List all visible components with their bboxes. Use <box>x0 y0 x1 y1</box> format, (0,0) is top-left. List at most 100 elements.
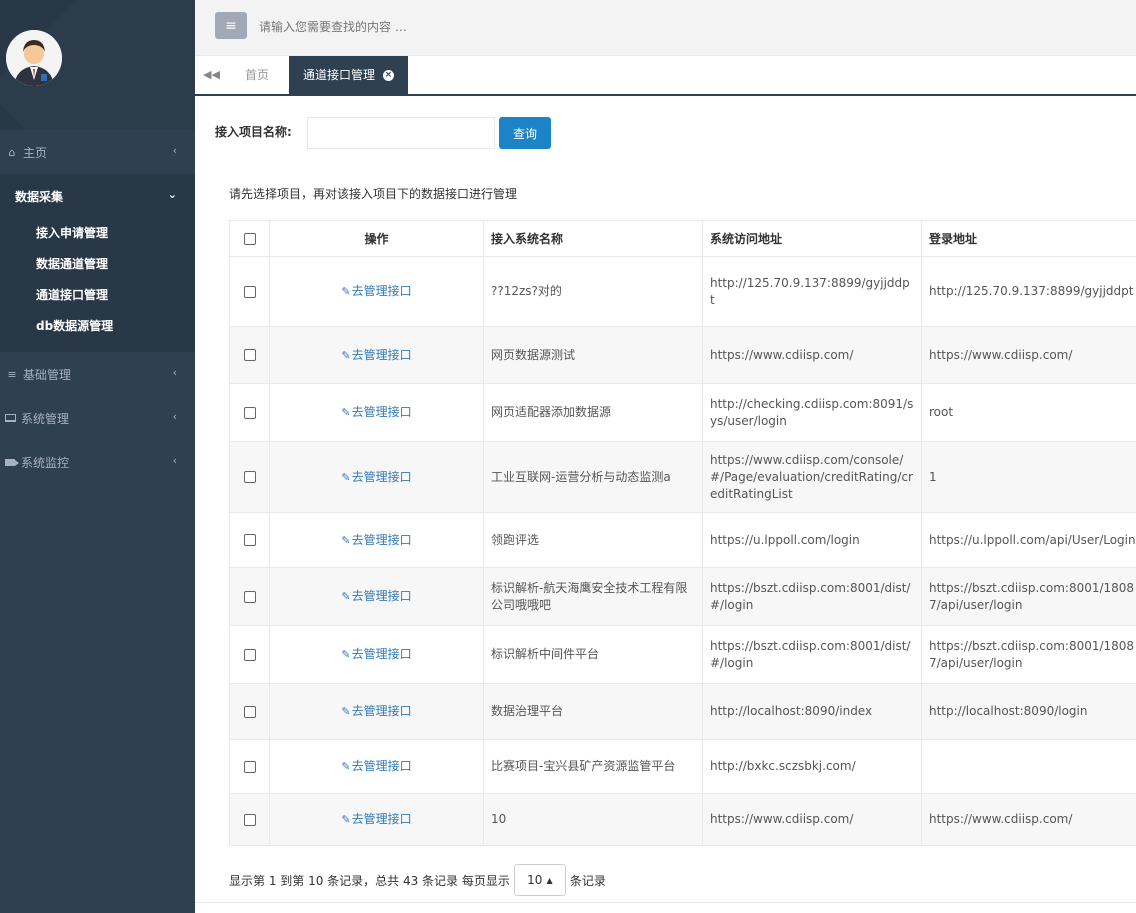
chevron-left-icon: ‹ <box>172 410 177 423</box>
top-navbar: ≡ <box>195 0 1136 56</box>
pagination-suffix: 条记录 <box>569 873 606 888</box>
row-checkbox[interactable] <box>243 648 256 661</box>
tab-label: 首页 <box>245 68 270 82</box>
row-checkbox[interactable] <box>243 590 256 603</box>
video-camera-icon <box>5 458 19 466</box>
sidebar-item-system-monitor[interactable]: 系统监控 ‹ <box>0 440 195 484</box>
manage-interface-link[interactable]: ✎去管理接口 <box>341 533 411 547</box>
table-header-row: 操作 接入系统名称 系统访问地址 登录地址 <box>229 220 1136 257</box>
chevron-left-icon: ‹ <box>172 144 177 157</box>
row-checkbox[interactable] <box>243 349 256 361</box>
manage-interface-link[interactable]: ✎去管理接口 <box>341 589 411 603</box>
cell-login-url: http://125.70.9.137:8899/gyjjddpt <box>921 256 1136 327</box>
global-search-input[interactable] <box>259 14 859 40</box>
row-checkbox[interactable] <box>243 406 256 419</box>
edit-icon: ✎ <box>341 760 351 773</box>
table-row: ✎去管理接口 工业互联网-运营分析与动态监测a https://www.cdii… <box>229 441 1136 513</box>
manage-interface-link[interactable]: ✎去管理接口 <box>341 348 411 362</box>
manage-interface-link[interactable]: ✎去管理接口 <box>341 759 411 773</box>
row-checkbox[interactable] <box>243 471 256 483</box>
sidebar-item-label: 数据采集 <box>15 189 64 204</box>
avatar[interactable] <box>6 30 62 86</box>
table-row: ✎去管理接口 10 https://www.cdiisp.com/ https:… <box>229 793 1136 846</box>
manage-interface-link[interactable]: ✎去管理接口 <box>341 704 411 718</box>
cell-access-url: http://checking.cdiisp.com:8091/sys/user… <box>702 383 922 442</box>
profile-area <box>0 0 195 130</box>
cell-system-name: 数据治理平台 <box>483 683 703 740</box>
edit-icon: ✎ <box>341 705 351 718</box>
sidebar-item-label: 基础管理 <box>23 367 72 382</box>
edit-icon: ✎ <box>341 590 351 603</box>
close-icon[interactable]: × <box>382 70 394 81</box>
chevron-left-icon: ‹ <box>172 454 177 467</box>
tab-label: 通道接口管理 <box>303 68 376 82</box>
cell-login-url: https://u.lppoll.com/api/User/Login <box>921 512 1136 568</box>
page-size-select[interactable]: 10 ▲ <box>513 864 566 896</box>
cell-system-name: 标识解析中间件平台 <box>483 625 703 684</box>
edit-icon: ✎ <box>341 813 351 826</box>
manage-interface-link[interactable]: ✎去管理接口 <box>341 812 411 826</box>
manage-interface-link[interactable]: ✎去管理接口 <box>341 470 411 484</box>
sidebar-subitem-data-channel[interactable]: 数据通道管理 <box>0 249 195 280</box>
cell-access-url: https://www.cdiisp.com/ <box>702 326 922 384</box>
cell-system-name: 领跑评选 <box>483 512 703 568</box>
cell-system-name: 标识解析-航天海鹰安全技术工程有限公司哦哦吧 <box>483 567 703 626</box>
sidebar-item-basic-management[interactable]: ≡ 基础管理 ‹ <box>0 352 195 396</box>
sidebar-item-label: 主页 <box>23 145 48 160</box>
row-checkbox[interactable] <box>243 760 256 773</box>
cell-system-name: 比赛项目-宝兴县矿产资源监管平台 <box>483 739 703 794</box>
sidebar-item-home[interactable]: ⌂ 主页 ‹ <box>0 130 195 174</box>
table-row: ✎去管理接口 数据治理平台 http://localhost:8090/inde… <box>229 683 1136 740</box>
cell-access-url: https://bszt.cdiisp.com:8001/dist/#/logi… <box>702 625 922 684</box>
edit-icon: ✎ <box>341 285 351 298</box>
tab-bar: ◀◀ 首页 通道接口管理 × <box>195 56 1136 96</box>
manage-interface-link[interactable]: ✎去管理接口 <box>341 284 411 298</box>
tab-home[interactable]: 首页 <box>231 56 283 94</box>
cell-access-url: https://www.cdiisp.com/ <box>702 793 922 846</box>
select-all-checkbox[interactable] <box>243 233 256 245</box>
edit-icon: ✎ <box>341 470 351 484</box>
edit-icon: ✎ <box>341 348 351 362</box>
cell-access-url: https://bszt.cdiisp.com:8001/dist/#/logi… <box>702 567 922 626</box>
column-header-operation: 操作 <box>269 220 484 257</box>
row-checkbox[interactable] <box>243 813 256 826</box>
divider <box>195 902 1136 903</box>
cell-login-url: https://www.cdiisp.com/ <box>921 793 1136 846</box>
query-button[interactable]: 查询 <box>499 117 551 149</box>
table-row: ✎去管理接口 ??12zs?对的 http://125.70.9.137:889… <box>229 256 1136 327</box>
sidebar-subitem-access-application[interactable]: 接入申请管理 <box>0 218 195 249</box>
sidebar: ⌂ 主页 ‹ 数据采集 ⌄ 接入申请管理 数据通道管理 通道接口管理 db数据源… <box>0 0 195 913</box>
table-row: ✎去管理接口 比赛项目-宝兴县矿产资源监管平台 http://bxkc.sczs… <box>229 739 1136 794</box>
cell-login-url <box>921 739 1136 794</box>
row-checkbox[interactable] <box>243 534 256 546</box>
sidebar-item-data-collection[interactable]: 数据采集 ⌄ <box>0 174 195 218</box>
edit-icon: ✎ <box>341 406 351 419</box>
caret-up-icon: ▲ <box>546 875 553 885</box>
cell-login-url: https://bszt.cdiisp.com:8001/18087/api/u… <box>921 625 1136 684</box>
column-header-login-url: 登录地址 <box>921 220 1136 257</box>
cell-login-url: http://localhost:8090/login <box>921 683 1136 740</box>
tab-channel-interface[interactable]: 通道接口管理 × <box>289 56 408 94</box>
sidebar-nav: ⌂ 主页 ‹ 数据采集 ⌄ 接入申请管理 数据通道管理 通道接口管理 db数据源… <box>0 130 195 484</box>
sidebar-item-system-management[interactable]: 系统管理 ‹ <box>0 396 195 440</box>
sidebar-subitem-channel-interface[interactable]: 通道接口管理 <box>0 280 195 311</box>
table-row: ✎去管理接口 领跑评选 https://u.lppoll.com/login h… <box>229 512 1136 568</box>
cell-login-url: https://bszt.cdiisp.com:8001/18087/api/u… <box>921 567 1136 626</box>
cell-access-url: https://www.cdiisp.com/console/#/Page/ev… <box>702 441 922 513</box>
monitor-icon <box>5 414 16 422</box>
cell-access-url: https://u.lppoll.com/login <box>702 512 922 568</box>
sidebar-subitem-db-datasource[interactable]: db数据源管理 <box>0 311 195 342</box>
menu-toggle-button[interactable]: ≡ <box>215 12 247 39</box>
manage-interface-link[interactable]: ✎去管理接口 <box>341 647 411 661</box>
double-chevron-left-icon[interactable]: ◀◀ <box>203 68 220 84</box>
cell-access-url: http://125.70.9.137:8899/gyjjddpt <box>702 256 922 327</box>
systems-table: 操作 接入系统名称 系统访问地址 登录地址 ✎去管理接口 ??12zs?对的 h… <box>229 220 1136 846</box>
table-row: ✎去管理接口 网页数据源测试 https://www.cdiisp.com/ h… <box>229 326 1136 384</box>
table-row: ✎去管理接口 标识解析-航天海鹰安全技术工程有限公司哦哦吧 https://bs… <box>229 567 1136 626</box>
hamburger-icon: ≡ <box>225 17 237 34</box>
project-name-input[interactable] <box>307 117 495 149</box>
cell-system-name: 10 <box>483 793 703 846</box>
manage-interface-link[interactable]: ✎去管理接口 <box>341 405 411 419</box>
row-checkbox[interactable] <box>243 285 256 298</box>
row-checkbox[interactable] <box>243 705 256 718</box>
